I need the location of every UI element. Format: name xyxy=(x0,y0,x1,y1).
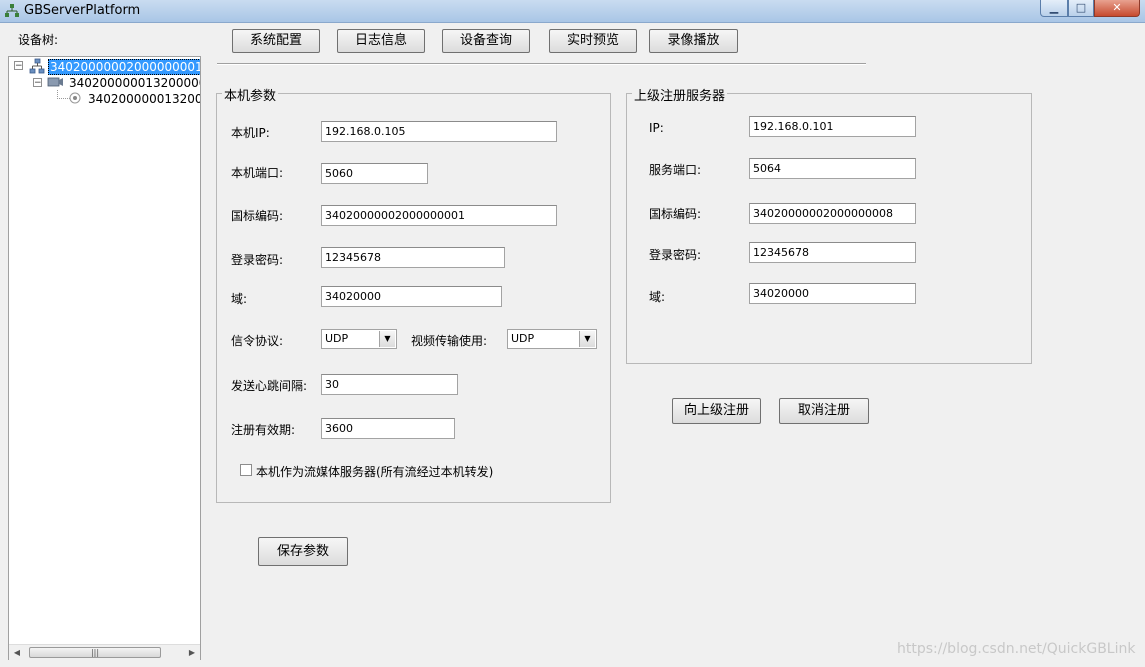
video-transport-value: UDP xyxy=(511,332,535,345)
log-info-button[interactable]: 日志信息 xyxy=(337,29,425,53)
local-domain-label: 域: xyxy=(231,292,248,306)
expiry-input[interactable]: 3600 xyxy=(321,418,455,439)
camera-icon xyxy=(47,77,63,87)
upper-password-input[interactable]: 12345678 xyxy=(749,242,916,263)
local-domain-input[interactable]: 34020000 xyxy=(321,286,502,307)
scroll-right-icon[interactable]: ▶ xyxy=(186,646,198,659)
expiry-label: 注册有效期: xyxy=(231,423,296,437)
local-password-label: 登录密码: xyxy=(231,253,284,267)
upper-password-label: 登录密码: xyxy=(649,248,702,262)
register-upper-button[interactable]: 向上级注册 xyxy=(672,398,761,424)
tree-node-channel[interactable]: 3402000000132000 xyxy=(88,91,200,107)
local-ip-label: 本机IP: xyxy=(231,126,270,140)
close-button[interactable]: ✕ xyxy=(1094,0,1140,17)
media-server-checkbox-label: 本机作为流媒体服务器(所有流经过本机转发) xyxy=(256,465,494,479)
upper-ip-label: IP: xyxy=(649,121,664,135)
upper-code-input[interactable]: 34020000002000000008 xyxy=(749,203,916,224)
video-transport-select[interactable]: UDP ▼ xyxy=(507,329,597,349)
media-server-checkbox[interactable] xyxy=(240,464,252,476)
unregister-button[interactable]: 取消注册 xyxy=(779,398,869,424)
scroll-left-icon[interactable]: ◀ xyxy=(11,646,23,659)
upper-ip-input[interactable]: 192.168.0.101 xyxy=(749,116,916,137)
title-bar: GBServerPlatform ▁ □ ✕ xyxy=(0,0,1145,23)
tree-horizontal-scrollbar[interactable]: ◀ ||| ▶ xyxy=(9,644,200,660)
local-code-input[interactable]: 34020000002000000001 xyxy=(321,205,557,226)
heartbeat-input[interactable]: 30 xyxy=(321,374,458,395)
upper-domain-label: 域: xyxy=(649,290,666,304)
local-ip-input[interactable]: 192.168.0.105 xyxy=(321,121,557,142)
upper-port-label: 服务端口: xyxy=(649,163,702,177)
chevron-down-icon[interactable]: ▼ xyxy=(379,331,395,347)
minimize-button[interactable]: ▁ xyxy=(1040,0,1068,17)
system-config-button[interactable]: 系统配置 xyxy=(232,29,320,53)
app-icon xyxy=(4,3,20,19)
local-port-input[interactable]: 5060 xyxy=(321,163,428,184)
watermark-text: https://blog.csdn.net/QuickGBLink xyxy=(897,641,1136,657)
maximize-button[interactable]: □ xyxy=(1068,0,1094,17)
tree-node-device[interactable]: 3402000000132000000 xyxy=(69,75,200,91)
chevron-down-icon[interactable]: ▼ xyxy=(579,331,595,347)
tree-node-root[interactable]: 34020000002000000001 xyxy=(48,59,200,75)
upper-code-label: 国标编码: xyxy=(649,207,702,221)
heartbeat-label: 发送心跳间隔: xyxy=(231,379,308,393)
playback-button[interactable]: 录像播放 xyxy=(649,29,738,53)
video-transport-label: 视频传输使用: xyxy=(411,334,488,348)
device-query-button[interactable]: 设备查询 xyxy=(442,29,530,53)
live-preview-button[interactable]: 实时预览 xyxy=(549,29,637,53)
collapse-icon[interactable]: − xyxy=(33,78,42,88)
signal-protocol-label: 信令协议: xyxy=(231,334,284,348)
signal-protocol-value: UDP xyxy=(325,332,349,345)
network-icon xyxy=(29,58,45,74)
toolbar-divider xyxy=(217,63,866,65)
save-params-button[interactable]: 保存参数 xyxy=(258,537,348,566)
signal-protocol-select[interactable]: UDP ▼ xyxy=(321,329,397,349)
channel-icon xyxy=(69,92,81,104)
upper-server-title: 上级注册服务器 xyxy=(632,85,728,104)
local-password-input[interactable]: 12345678 xyxy=(321,247,505,268)
local-params-title: 本机参数 xyxy=(222,85,279,104)
local-port-label: 本机端口: xyxy=(231,166,284,180)
local-code-label: 国标编码: xyxy=(231,209,284,223)
window-title: GBServerPlatform xyxy=(24,3,141,18)
collapse-icon[interactable]: − xyxy=(14,61,23,71)
upper-port-input[interactable]: 5064 xyxy=(749,158,916,179)
scrollbar-thumb[interactable]: ||| xyxy=(29,647,161,658)
device-tree[interactable]: − 34020000002000000001 − 340200000013200… xyxy=(8,56,201,660)
upper-domain-input[interactable]: 34020000 xyxy=(749,283,916,304)
tree-label: 设备树: xyxy=(18,33,59,47)
